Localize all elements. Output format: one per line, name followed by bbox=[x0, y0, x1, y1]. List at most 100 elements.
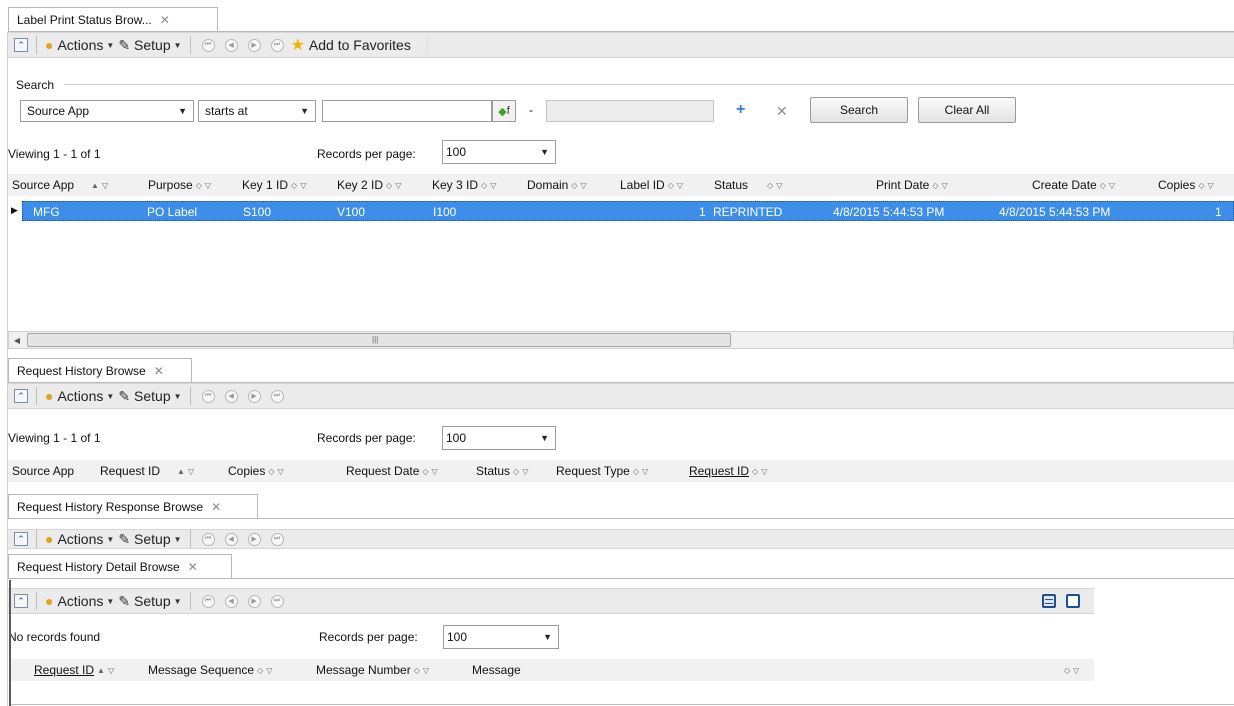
column-header-source-app[interactable]: Source App bbox=[12, 460, 74, 482]
sort-icon[interactable]: ◇ bbox=[752, 467, 758, 476]
column-header-request-id[interactable]: Request ID ▲ ▽ bbox=[34, 659, 114, 681]
collapse-icon[interactable]: ⌃ bbox=[14, 38, 28, 52]
setup-menu[interactable]: Setup ▼ bbox=[134, 37, 182, 53]
sort-icon[interactable]: ◇ bbox=[257, 666, 263, 675]
function-button[interactable]: ◆ f bbox=[492, 100, 516, 122]
sort-asc-icon[interactable]: ▲ bbox=[177, 467, 185, 476]
actions-menu[interactable]: Actions ▼ bbox=[57, 593, 114, 609]
actions-menu[interactable]: Actions ▼ bbox=[57, 388, 114, 404]
last-page-icon[interactable]: ⏭ bbox=[270, 532, 284, 546]
column-header-status[interactable]: Status ◇ ▽ bbox=[714, 174, 782, 196]
column-header-copies[interactable]: Copies ◇ ▽ bbox=[228, 460, 284, 482]
column-header-request-type[interactable]: Request Type ◇ ▽ bbox=[556, 460, 648, 482]
column-header-status[interactable]: Status ◇ ▽ bbox=[476, 460, 528, 482]
filter-icon[interactable]: ▽ bbox=[1073, 666, 1079, 675]
column-header-request-date[interactable]: Request Date ◇ ▽ bbox=[346, 460, 438, 482]
column-header-message[interactable]: Message bbox=[472, 659, 521, 681]
filter-icon[interactable]: ▽ bbox=[395, 181, 401, 190]
tab-request-history-response[interactable]: Request History Response Browse ✕ bbox=[8, 494, 258, 518]
collapse-icon[interactable]: ⌃ bbox=[14, 532, 28, 546]
column-header-purpose[interactable]: Purpose ◇ ▽ bbox=[148, 174, 211, 196]
column-header-key2-id[interactable]: Key 2 ID ◇ ▽ bbox=[337, 174, 401, 196]
tab-request-history[interactable]: Request History Browse ✕ bbox=[8, 358, 192, 382]
sort-icon[interactable]: ◇ bbox=[668, 181, 674, 190]
tab-request-history-detail[interactable]: Request History Detail Browse ✕ bbox=[8, 554, 232, 578]
column-header-key1-id[interactable]: Key 1 ID ◇ ▽ bbox=[242, 174, 306, 196]
filter-icon[interactable]: ▽ bbox=[761, 467, 767, 476]
filter-icon[interactable]: ▽ bbox=[522, 467, 528, 476]
scrollbar-thumb[interactable]: ||| bbox=[27, 333, 731, 347]
next-page-icon[interactable]: ▶ bbox=[247, 38, 261, 52]
prev-page-icon[interactable]: ◀ bbox=[224, 38, 238, 52]
scroll-left-icon[interactable]: ◀ bbox=[9, 332, 25, 348]
column-header-domain[interactable]: Domain ◇ ▽ bbox=[527, 174, 587, 196]
column-header-copies[interactable]: Copies ◇ ▽ bbox=[1158, 174, 1214, 196]
sort-icon[interactable]: ◇ bbox=[414, 666, 420, 675]
column-header-message-number[interactable]: Message Number ◇ ▽ bbox=[316, 659, 429, 681]
sort-asc-icon[interactable]: ▲ bbox=[97, 666, 105, 675]
close-icon[interactable]: ✕ bbox=[160, 13, 170, 27]
add-criteria-icon[interactable]: + bbox=[736, 101, 745, 119]
filter-icon[interactable]: ▽ bbox=[642, 467, 648, 476]
last-page-icon[interactable]: ⏭ bbox=[270, 38, 284, 52]
filter-icon[interactable]: ▽ bbox=[205, 181, 211, 190]
records-per-page-select[interactable]: 100 ▼ bbox=[443, 625, 559, 649]
actions-menu[interactable]: Actions ▼ bbox=[57, 531, 114, 547]
filter-icon[interactable]: ▽ bbox=[102, 181, 108, 190]
first-page-icon[interactable]: ⏮ bbox=[201, 532, 215, 546]
search-operator-select[interactable]: starts at ▼ bbox=[198, 100, 316, 122]
sort-icon[interactable]: ◇ bbox=[481, 181, 487, 190]
last-page-icon[interactable]: ⏭ bbox=[270, 389, 284, 403]
filter-icon[interactable]: ▽ bbox=[581, 181, 587, 190]
column-header-key3-id[interactable]: Key 3 ID ◇ ▽ bbox=[432, 174, 496, 196]
records-per-page-select[interactable]: 100 ▼ bbox=[442, 426, 556, 450]
sort-icon[interactable]: ◇ bbox=[1100, 181, 1106, 190]
first-page-icon[interactable]: ⏮ bbox=[201, 594, 215, 608]
sort-icon[interactable]: ◇ bbox=[633, 467, 639, 476]
column-header-label-id[interactable]: Label ID ◇ ▽ bbox=[620, 174, 683, 196]
column-header-source-app[interactable]: Source App ▲ ▽ bbox=[12, 174, 108, 196]
last-page-icon[interactable]: ⏭ bbox=[270, 594, 284, 608]
filter-icon[interactable]: ▽ bbox=[266, 666, 272, 675]
sort-icon[interactable]: ◇ bbox=[386, 181, 392, 190]
sort-icon[interactable]: ◇ bbox=[571, 181, 577, 190]
column-header-message-sequence[interactable]: Message Sequence ◇ ▽ bbox=[148, 659, 272, 681]
sort-icon[interactable]: ◇ bbox=[422, 467, 428, 476]
clear-all-button[interactable]: Clear All bbox=[918, 97, 1016, 123]
prev-page-icon[interactable]: ◀ bbox=[224, 532, 238, 546]
collapse-icon[interactable]: ⌃ bbox=[14, 389, 28, 403]
sort-icon[interactable]: ◇ bbox=[268, 467, 274, 476]
column-header-print-date[interactable]: Print Date ◇ ▽ bbox=[876, 174, 948, 196]
column-header-request-id-link[interactable]: Request ID ◇ ▽ bbox=[689, 460, 767, 482]
filter-icon[interactable]: ▽ bbox=[1109, 181, 1115, 190]
prev-page-icon[interactable]: ◀ bbox=[224, 389, 238, 403]
sort-icon[interactable]: ◇ bbox=[196, 181, 202, 190]
column-header-create-date[interactable]: Create Date ◇ ▽ bbox=[1032, 174, 1115, 196]
sort-asc-icon[interactable]: ▲ bbox=[91, 181, 99, 190]
filter-icon[interactable]: ▽ bbox=[108, 666, 114, 675]
sort-icon[interactable]: ◇ bbox=[1064, 666, 1070, 675]
filter-icon[interactable]: ▽ bbox=[942, 181, 948, 190]
prev-page-icon[interactable]: ◀ bbox=[224, 594, 238, 608]
tab-label-print-status[interactable]: Label Print Status Brow... ✕ bbox=[8, 7, 218, 31]
close-icon[interactable]: ✕ bbox=[154, 364, 164, 378]
next-page-icon[interactable]: ▶ bbox=[247, 389, 261, 403]
remove-criteria-icon[interactable]: ✕ bbox=[776, 103, 788, 120]
setup-menu[interactable]: Setup ▼ bbox=[134, 531, 182, 547]
filter-icon[interactable]: ▽ bbox=[1208, 181, 1214, 190]
table-row[interactable]: MFG PO Label S100 V100 I100 1 REPRINTED … bbox=[22, 201, 1234, 221]
filter-icon[interactable]: ▽ bbox=[188, 467, 194, 476]
filter-icon[interactable]: ▽ bbox=[432, 467, 438, 476]
add-to-favorites-button[interactable]: Add to Favorites bbox=[309, 37, 411, 53]
filter-icon[interactable]: ▽ bbox=[776, 181, 782, 190]
search-value-input[interactable] bbox=[322, 100, 492, 122]
form-view-icon[interactable] bbox=[1066, 594, 1080, 608]
filter-icon[interactable]: ▽ bbox=[490, 181, 496, 190]
records-per-page-select[interactable]: 100 ▼ bbox=[442, 140, 556, 164]
setup-menu[interactable]: Setup ▼ bbox=[134, 593, 182, 609]
search-button[interactable]: Search bbox=[810, 97, 908, 123]
first-page-icon[interactable]: ⏮ bbox=[201, 389, 215, 403]
search-field-select[interactable]: Source App ▼ bbox=[20, 100, 194, 122]
first-page-icon[interactable]: ⏮ bbox=[201, 38, 215, 52]
grid-view-icon[interactable] bbox=[1042, 594, 1056, 608]
